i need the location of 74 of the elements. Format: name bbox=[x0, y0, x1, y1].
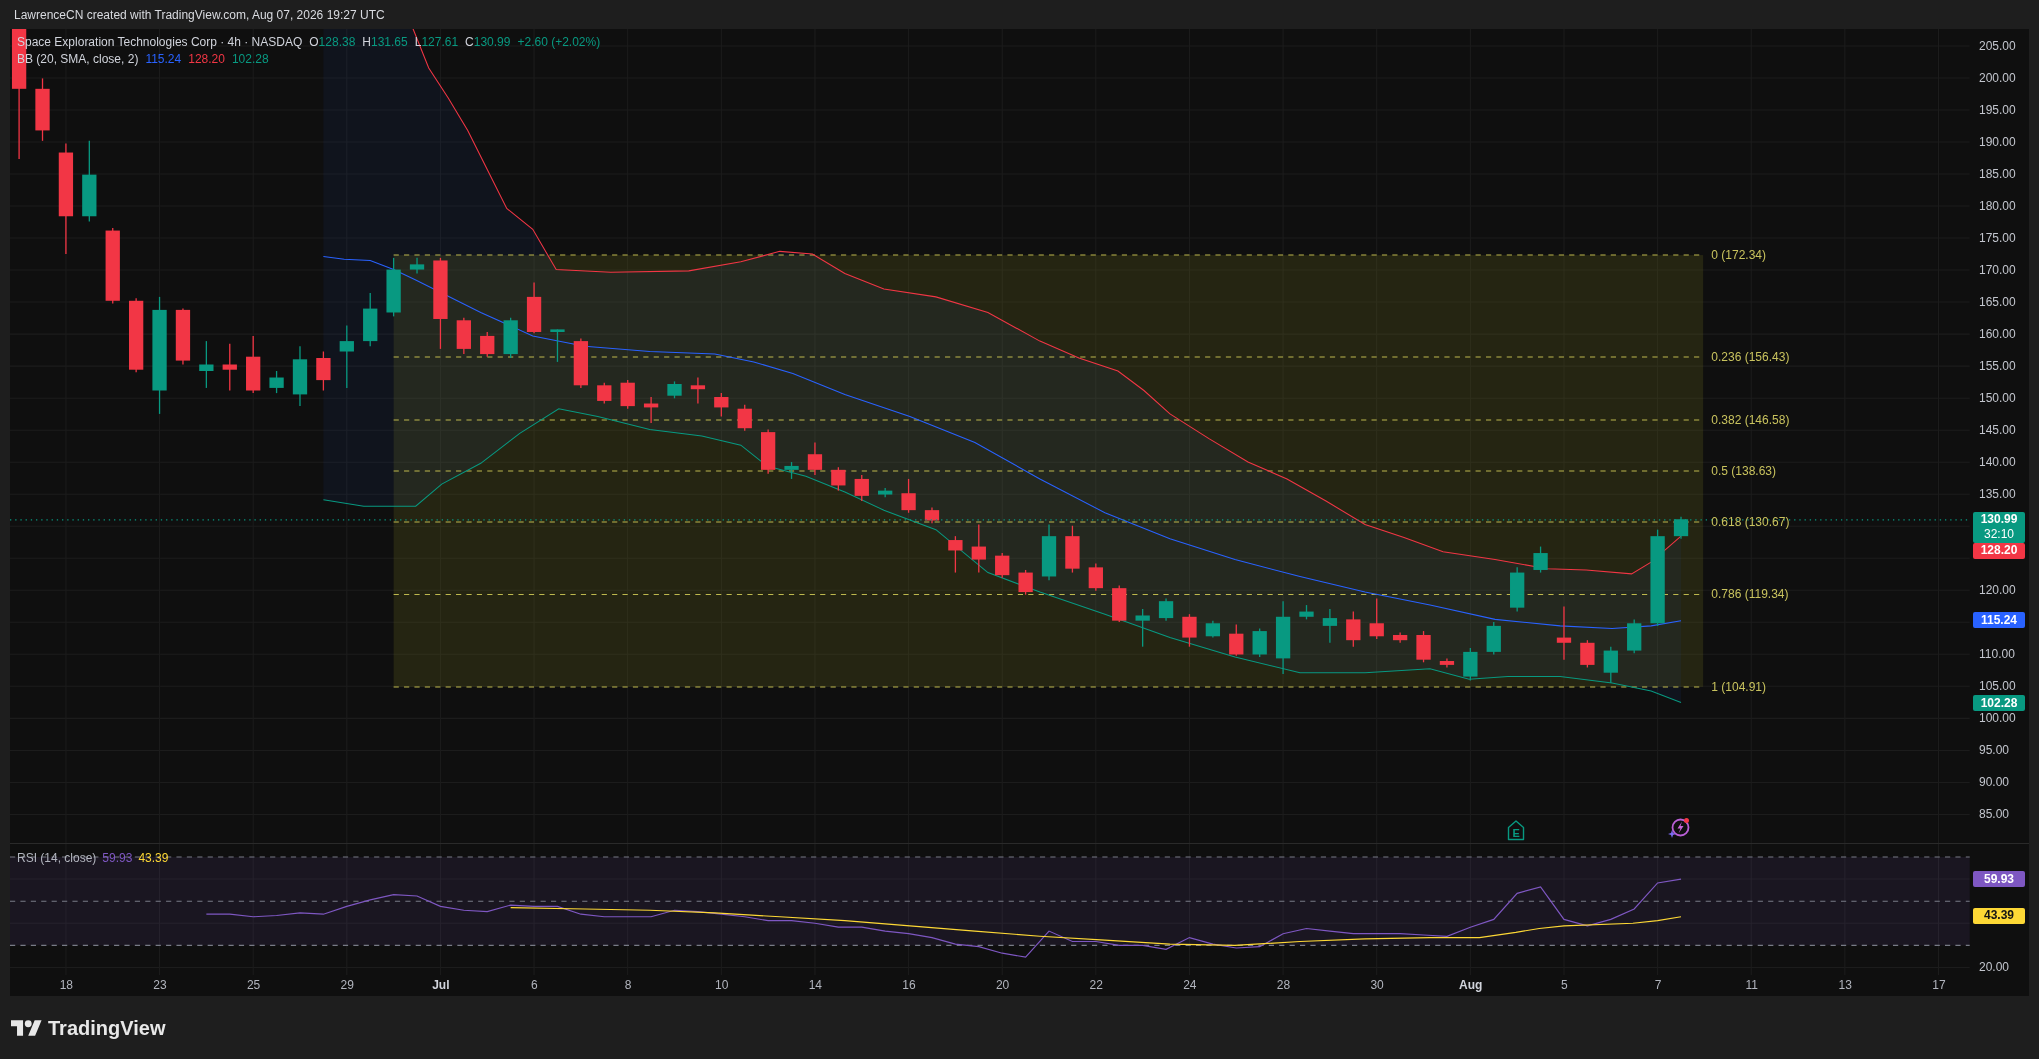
price-label: 140.00 bbox=[1979, 455, 2016, 468]
time-label: 5 bbox=[1561, 978, 1568, 992]
time-label: 14 bbox=[808, 978, 822, 992]
ohlc-value: 128.38 bbox=[318, 34, 356, 51]
price-label: 185.00 bbox=[1979, 167, 2016, 180]
ohlc-label: C bbox=[465, 34, 474, 51]
ohlc-value: 131.65 bbox=[371, 34, 408, 51]
time-label: 22 bbox=[1089, 978, 1103, 992]
price-change: +2.60 (+2.02%) bbox=[517, 34, 601, 51]
indicator-value: 102.28 bbox=[231, 51, 269, 68]
fib-level-label: 0.5 (138.63) bbox=[1711, 463, 1777, 478]
time-label: 6 bbox=[531, 978, 538, 992]
price-label: 150.00 bbox=[1979, 391, 2016, 404]
price-label: 95.00 bbox=[1979, 744, 2010, 756]
value-badge: 59.93 bbox=[1973, 871, 2025, 888]
price-label: 135.00 bbox=[1979, 487, 2016, 500]
time-label: 25 bbox=[246, 978, 261, 992]
brand-name: TradingView bbox=[48, 1016, 166, 1039]
time-label: 18 bbox=[59, 978, 73, 992]
price-label: 20.00 bbox=[1979, 961, 2010, 974]
time-label: 20 bbox=[995, 978, 1010, 992]
time-label: Jul bbox=[432, 978, 450, 992]
time-label: 11 bbox=[1745, 978, 1758, 992]
ohlc-label: O bbox=[309, 34, 319, 51]
price-label: 180.00 bbox=[1979, 199, 2016, 212]
time-label: 17 bbox=[1932, 978, 1946, 992]
price-label: 85.00 bbox=[1979, 808, 2010, 821]
fib-level-label: 0.786 (119.34) bbox=[1711, 587, 1789, 602]
price-label: 145.00 bbox=[1979, 423, 2016, 436]
price-badge: 115.24 bbox=[1973, 612, 2025, 629]
indicator-value: 43.39 bbox=[138, 850, 169, 866]
fib-level-label: 0.618 (130.67) bbox=[1711, 514, 1790, 529]
indicator-value: 128.20 bbox=[188, 51, 225, 68]
price-badge: 102.28 bbox=[1973, 695, 2025, 712]
ohlc-value: 130.99 bbox=[473, 34, 511, 51]
price-label: 205.00 bbox=[1979, 39, 2016, 52]
fib-level-label: 0.236 (156.43) bbox=[1711, 349, 1790, 364]
logo-icon bbox=[11, 1019, 42, 1036]
earnings-marker[interactable]: E bbox=[1507, 820, 1526, 841]
price-label: 155.00 bbox=[1979, 359, 2016, 372]
value-badge: 43.39 bbox=[1973, 907, 2025, 924]
price-label: 160.00 bbox=[1979, 327, 2016, 340]
price-label: 200.00 bbox=[1979, 71, 2016, 84]
price-label: 100.00 bbox=[1979, 711, 2016, 724]
price-label: 120.00 bbox=[1979, 583, 2016, 596]
time-label: 16 bbox=[902, 978, 916, 992]
time-label: 10 bbox=[715, 978, 729, 992]
time-label: 28 bbox=[1276, 978, 1291, 992]
time-label: 24 bbox=[1183, 978, 1197, 992]
price-label: 175.00 bbox=[1979, 231, 2016, 244]
price-label: 170.00 bbox=[1979, 263, 2016, 276]
price-badge: 130.99 32:10 bbox=[1973, 511, 2025, 543]
price-label: 110.00 bbox=[1979, 647, 2015, 660]
time-label: 8 bbox=[624, 978, 632, 992]
price-label: 190.00 bbox=[1979, 135, 2016, 148]
indicator-name: RSI (14, close) bbox=[17, 850, 97, 866]
time-label: 23 bbox=[153, 978, 167, 992]
time-label: 30 bbox=[1370, 978, 1384, 992]
time-label: Aug bbox=[1459, 978, 1483, 992]
time-label: 7 bbox=[1654, 978, 1662, 992]
indicator-value: 59.93 bbox=[102, 850, 133, 866]
ohlc-label: H bbox=[362, 34, 371, 51]
time-label: 29 bbox=[340, 978, 354, 992]
ohlc-value: 127.61 bbox=[421, 34, 459, 51]
fib-level-label: 0.382 (146.58) bbox=[1711, 412, 1790, 427]
price-label: 90.00 bbox=[1979, 776, 2010, 788]
price-label: 165.00 bbox=[1979, 295, 2016, 308]
chart-caption: LawrenceCN created with TradingView.com, Aug 07, 2026 19:27 UTC bbox=[14, 6, 385, 24]
indicator-value: 115.24 bbox=[145, 51, 182, 68]
time-label: 13 bbox=[1838, 978, 1852, 992]
price-label: 195.00 bbox=[1979, 103, 2016, 116]
price-label: 105.00 bbox=[1979, 679, 2016, 692]
fib-level-label: 1 (104.91) bbox=[1711, 679, 1766, 694]
fib-level-label: 0 (172.34) bbox=[1711, 247, 1766, 262]
